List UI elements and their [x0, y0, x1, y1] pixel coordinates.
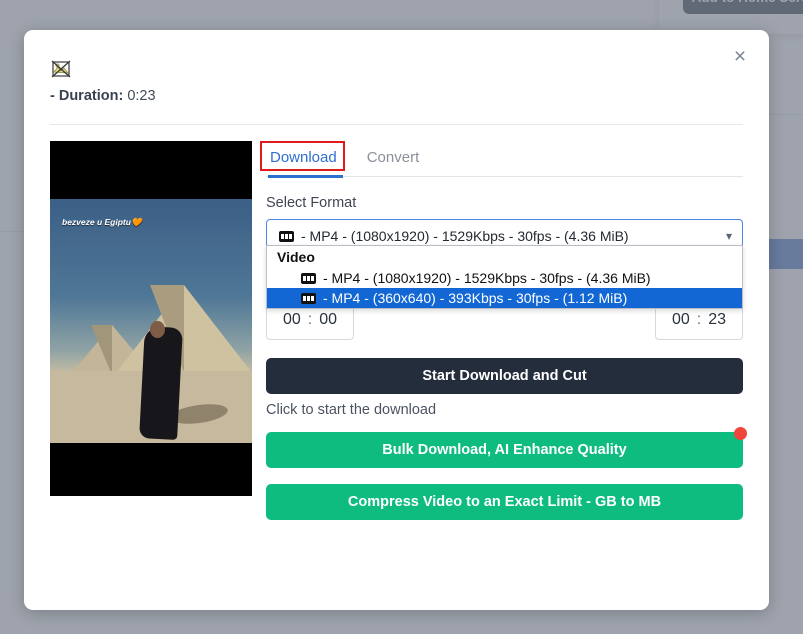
tab-download[interactable]: Download [268, 145, 339, 176]
tab-active-underline [268, 175, 343, 178]
dropdown-option-label: - MP4 - (1080x1920) - 1529Kbps - 30fps -… [323, 270, 651, 286]
broken-image-icon [50, 58, 72, 80]
time-separator: : [697, 311, 701, 329]
person-figure [139, 326, 183, 440]
trim-from-seconds[interactable]: 00 [319, 311, 337, 329]
dropdown-option-label: - MP4 - (360x640) - 393Kbps - 30fps - (1… [323, 290, 627, 306]
trim-from-minutes[interactable]: 00 [283, 311, 301, 329]
thumbnail-caption: bezveze u Egiptu🧡 [62, 217, 142, 228]
notification-dot-icon [734, 427, 747, 440]
trim-to-minutes[interactable]: 00 [672, 311, 690, 329]
time-separator: : [308, 311, 312, 329]
pyramid-small-shade [91, 325, 112, 375]
pyramid-large [116, 285, 252, 373]
duration-value: 0:23 [127, 88, 155, 104]
trim-to-seconds[interactable]: 23 [708, 311, 726, 329]
bulk-download-wrapper: Bulk Download, AI Enhance Quality [266, 432, 743, 468]
format-select-value: - MP4 - (1080x1920) - 1529Kbps - 30fps -… [301, 228, 629, 244]
download-modal: × - Duration: 0:23 [24, 30, 769, 610]
modal-body: bezveze u Egiptu🧡 Download Convert Selec… [24, 125, 769, 520]
download-hint-text: Click to start the download [266, 402, 743, 418]
dropdown-option-1080p[interactable]: - MP4 - (1080x1920) - 1529Kbps - 30fps -… [267, 268, 742, 288]
tab-bar: Download Convert [266, 145, 743, 177]
person-head [150, 321, 165, 338]
start-download-and-cut-button[interactable]: Start Download and Cut [266, 358, 743, 394]
format-dropdown-list[interactable]: Video - MP4 - (1080x1920) - 1529Kbps - 3… [266, 245, 743, 309]
video-film-icon [301, 293, 316, 304]
video-thumbnail[interactable]: bezveze u Egiptu🧡 [50, 141, 252, 496]
duration-line: - Duration: 0:23 [50, 88, 737, 104]
dropdown-option-360p[interactable]: - MP4 - (360x640) - 393Kbps - 30fps - (1… [267, 288, 742, 308]
chevron-down-icon: ▾ [726, 230, 732, 242]
bulk-download-button[interactable]: Bulk Download, AI Enhance Quality [266, 432, 743, 468]
close-icon[interactable]: × [723, 40, 757, 74]
video-film-icon [301, 273, 316, 284]
compress-video-button[interactable]: Compress Video to an Exact Limit - GB to… [266, 484, 743, 520]
select-format-label: Select Format [266, 195, 743, 211]
thumbnail-artwork [50, 199, 252, 443]
video-film-icon [279, 231, 294, 242]
tab-convert[interactable]: Convert [365, 145, 422, 176]
dropdown-group-label: Video [267, 246, 742, 268]
duration-label: - Duration: [50, 88, 123, 104]
modal-right-column: Download Convert Select Format - MP4 - (… [266, 141, 743, 520]
modal-header: - Duration: 0:23 [24, 30, 769, 104]
